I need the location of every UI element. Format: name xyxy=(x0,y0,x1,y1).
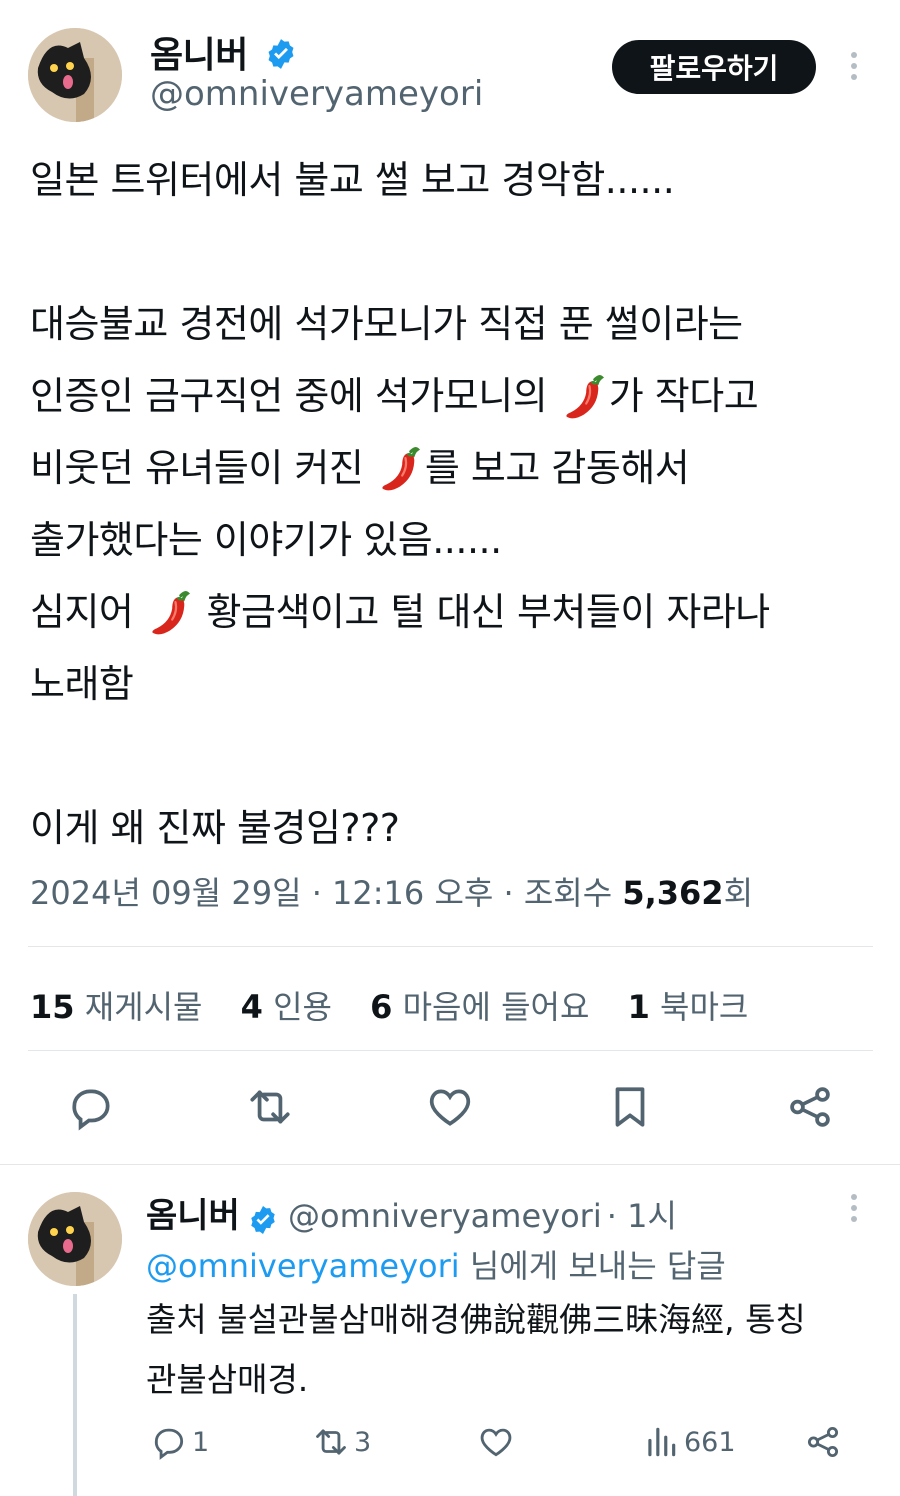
stat-likes[interactable]: 6 마음에 들어요 xyxy=(370,988,589,1026)
like-icon[interactable] xyxy=(425,1082,475,1132)
tweet-text-line: 심지어 황금색이고 털 대신 부처들이 자라나 xyxy=(30,576,770,648)
reply-share-button[interactable] xyxy=(804,1423,846,1461)
tweet-text-segment: 이게 왜 진짜 불경임??? xyxy=(30,806,400,850)
tweet-text-line: 인증인 금구직언 중에 석가모니의 가 작다고 xyxy=(30,360,770,432)
views-count: 661 xyxy=(684,1426,736,1458)
reply-count: 1 xyxy=(192,1426,210,1458)
more-options-icon[interactable] xyxy=(848,52,860,85)
thread-line xyxy=(73,1294,77,1496)
tweet-text-line xyxy=(30,216,770,288)
reply-icon[interactable] xyxy=(66,1082,116,1132)
share-icon xyxy=(807,1426,839,1458)
tweet-timestamp[interactable]: 2024년 09월 29일 · 12:16 오후 · 조회수 xyxy=(30,874,622,912)
replying-to: @omniveryameyori 님에게 보내는 답글 xyxy=(146,1241,726,1287)
divider xyxy=(28,946,873,947)
divider xyxy=(28,1050,873,1051)
tweet-text-segment: 대승불교 경전에 석가모니가 직접 푼 썰이라는 xyxy=(30,302,743,346)
reply-author-name[interactable]: 옴니버 xyxy=(146,1196,240,1236)
reply-time[interactable]: · 1시 xyxy=(607,1197,677,1235)
tweet-text-line: 비웃던 유녀들이 커진 를 보고 감동해서 xyxy=(30,432,770,504)
follow-button[interactable]: 팔로우하기 xyxy=(612,40,816,94)
retweet-icon[interactable] xyxy=(245,1082,295,1132)
share-icon[interactable] xyxy=(785,1082,835,1132)
tweet-text-line: 출가했다는 이야기가 있음...... xyxy=(30,504,770,576)
reply-text-line: 출처 불설관불삼매해경佛說觀佛三昧海經, 통칭 xyxy=(146,1300,806,1339)
tweet-text-segment: 가 작다고 xyxy=(608,374,759,418)
reply-author-handle[interactable]: @omniveryameyori xyxy=(288,1197,602,1235)
tweet-text-segment: 황금색이고 털 대신 부처들이 자라나 xyxy=(194,590,771,634)
reply-retweet-button[interactable]: 3 xyxy=(312,1423,371,1461)
verified-badge-icon xyxy=(251,1205,275,1234)
bookmark-icon[interactable] xyxy=(605,1082,655,1132)
reply-like-button[interactable] xyxy=(477,1423,519,1461)
reply-icon xyxy=(154,1428,184,1460)
chili-pepper-icon xyxy=(147,588,193,636)
stat-reposts[interactable]: 15 재게시물 xyxy=(30,988,202,1026)
reply-text-line: 관불삼매경. xyxy=(146,1360,309,1399)
views-icon xyxy=(648,1427,676,1457)
reply-reply-button[interactable]: 1 xyxy=(150,1423,209,1461)
reply-views-button[interactable]: 661 xyxy=(642,1423,736,1461)
reply-more-options-icon[interactable] xyxy=(848,1194,860,1227)
replying-to-suffix: 님에게 보내는 답글 xyxy=(459,1247,726,1285)
reply-header: 옴니버 @omniveryameyori · 1시 xyxy=(146,1188,677,1237)
chili-pepper-icon xyxy=(561,372,607,420)
stat-bookmarks[interactable]: 1 북마크 xyxy=(628,988,749,1026)
tweet-text-segment: 심지어 xyxy=(30,590,145,634)
author-name-text[interactable]: 옴니버 xyxy=(150,35,248,76)
reply-author-avatar[interactable] xyxy=(28,1192,122,1286)
tweet-text-line xyxy=(30,720,770,792)
tweet-text-segment: 인증인 금구직언 중에 석가모니의 xyxy=(30,374,559,418)
tweet-text-line: 일본 트위터에서 불교 썰 보고 경악함...... xyxy=(30,144,770,216)
tweet-text-segment: 출가했다는 이야기가 있음...... xyxy=(30,518,502,562)
like-icon xyxy=(480,1428,512,1457)
verified-badge-icon xyxy=(268,39,294,69)
tweet-text: 일본 트위터에서 불교 썰 보고 경악함...... 대승불교 경전에 석가모니가… xyxy=(30,144,770,864)
reply-text: 출처 불설관불삼매해경佛說觀佛三昧海經, 통칭 관불삼매경. xyxy=(146,1290,806,1410)
tweet-meta: 2024년 09월 29일 · 12:16 오후 · 조회수 5,362회 xyxy=(30,868,753,914)
tweet-text-line: 이게 왜 진짜 불경임??? xyxy=(30,792,770,864)
tweet-text-segment: 일본 트위터에서 불교 썰 보고 경악함...... xyxy=(30,158,675,202)
retweet-count: 3 xyxy=(354,1426,372,1458)
engagement-stats: 15 재게시물 4 인용 6 마음에 들어요 1 북마크 xyxy=(30,982,776,1028)
view-count: 5,362 xyxy=(622,874,724,912)
chili-pepper-icon xyxy=(377,444,423,492)
divider xyxy=(0,1164,900,1165)
tweet-text-line: 노래함 xyxy=(30,648,770,720)
author-name[interactable]: 옴니버 xyxy=(150,26,298,78)
view-count-suffix: 회 xyxy=(723,874,754,912)
replying-to-handle[interactable]: @omniveryameyori xyxy=(146,1247,460,1285)
tweet-text-segment: 비웃던 유녀들이 커진 xyxy=(30,446,375,490)
retweet-icon xyxy=(316,1429,346,1455)
tweet-text-line: 대승불교 경전에 석가모니가 직접 푼 썰이라는 xyxy=(30,288,770,360)
tweet-text-segment: 노래함 xyxy=(30,662,134,706)
author-handle[interactable]: @omniveryameyori xyxy=(150,74,483,114)
stat-quotes[interactable]: 4 인용 xyxy=(241,988,332,1026)
tweet-text-segment: 를 보고 감동해서 xyxy=(424,446,690,490)
author-avatar[interactable] xyxy=(28,28,122,122)
